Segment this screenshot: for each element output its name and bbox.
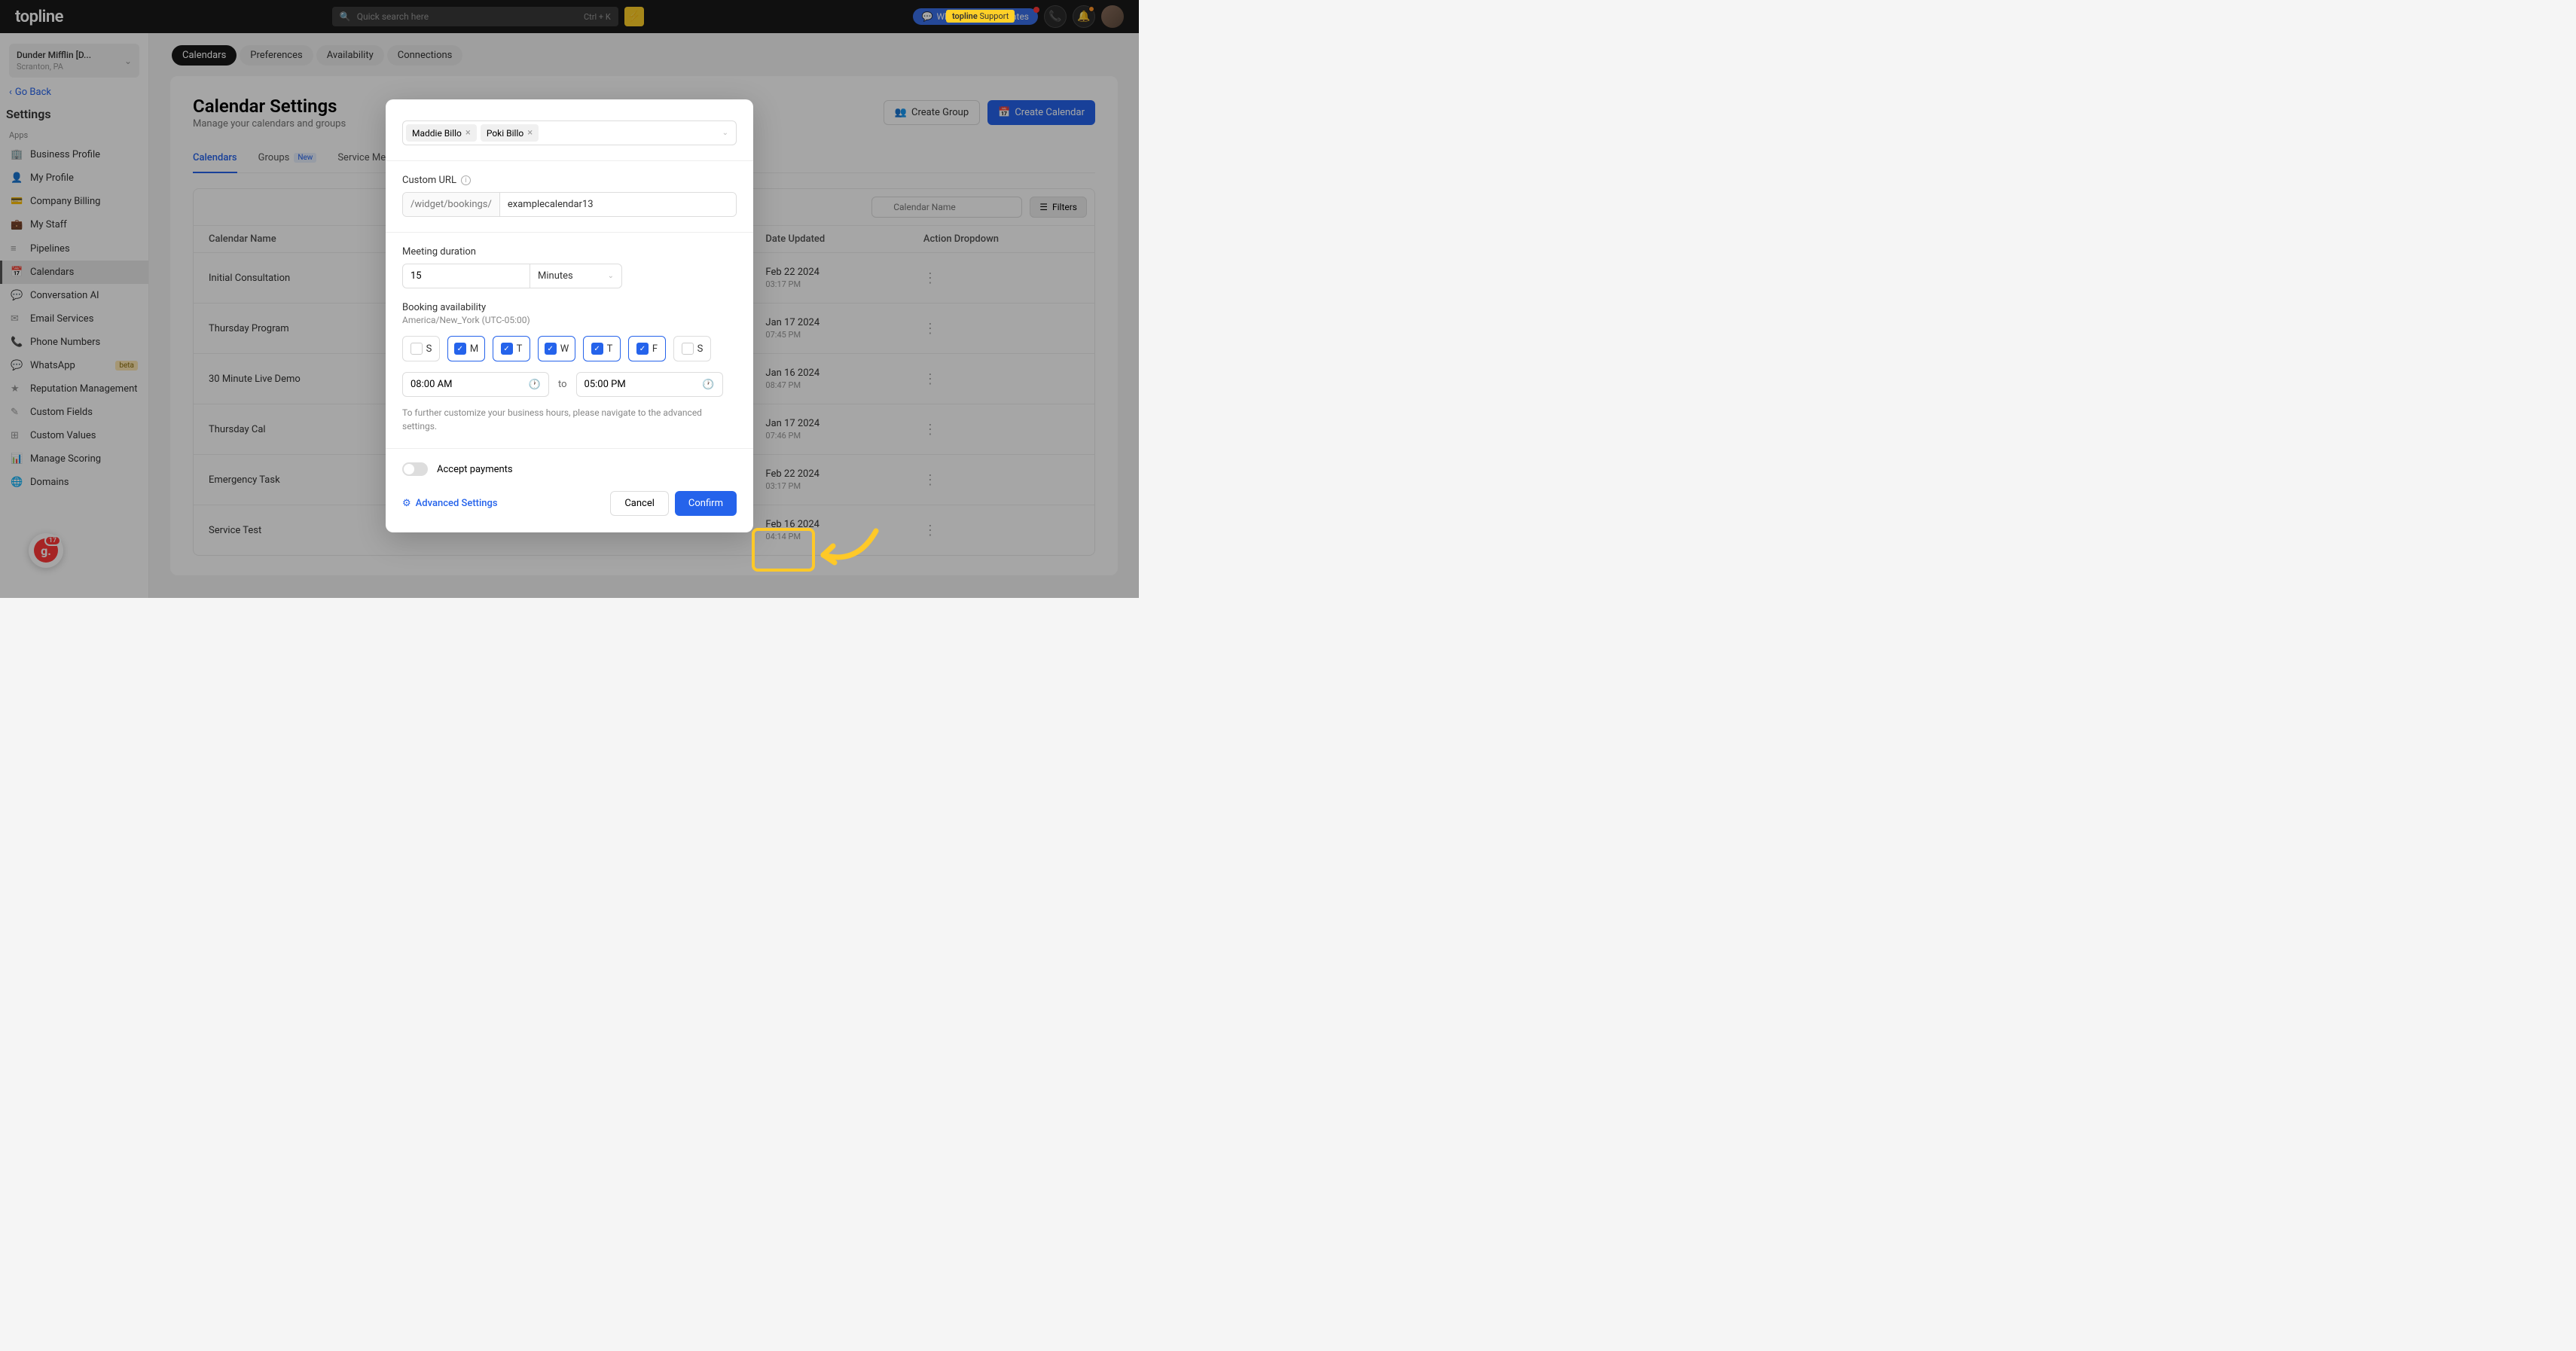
cancel-button[interactable]: Cancel — [610, 491, 669, 516]
availability-hint: To further customize your business hours… — [402, 406, 737, 433]
availability-label: Booking availability — [402, 302, 737, 313]
day-s[interactable]: S — [402, 336, 440, 361]
duration-unit-select[interactable]: Minutes ⌄ — [530, 264, 622, 288]
url-prefix: /widget/bookings/ — [403, 193, 500, 216]
clock-icon: 🕐 — [702, 379, 714, 390]
custom-url-label: Custom URL i — [402, 175, 737, 186]
time-from-input[interactable]: 08:00 AM 🕐 — [402, 372, 549, 397]
chip-poki: Poki Billo × — [481, 124, 539, 142]
duration-label: Meeting duration — [402, 246, 737, 258]
chip-maddie: Maddie Billo × — [406, 124, 477, 142]
availability-tz: America/New_York (UTC-05:00) — [402, 315, 737, 325]
time-row: 08:00 AM 🕐 to 05:00 PM 🕐 — [402, 372, 737, 397]
accept-payments-row: Accept payments — [402, 462, 737, 476]
calendar-modal: Select team members Maddie Billo × Poki … — [386, 99, 753, 532]
custom-url-input[interactable] — [500, 193, 736, 216]
custom-url-input-group: /widget/bookings/ — [402, 192, 737, 217]
modal-footer: ⚙ Advanced Settings Cancel Confirm — [386, 491, 753, 516]
chevron-down-icon: ⌄ — [722, 129, 728, 137]
chevron-down-icon: ⌄ — [608, 272, 614, 280]
chip-remove-icon[interactable]: × — [527, 127, 533, 139]
day-s[interactable]: S — [673, 336, 711, 361]
confirm-button[interactable]: Confirm — [675, 491, 737, 516]
time-to-input[interactable]: 05:00 PM 🕐 — [576, 372, 723, 397]
checkbox-icon — [411, 343, 423, 355]
day-m[interactable]: ✓M — [447, 336, 485, 361]
duration-input[interactable] — [402, 264, 530, 288]
support-pill[interactable]: topline Support — [946, 10, 1015, 23]
checkbox-icon: ✓ — [501, 343, 513, 355]
clock-icon: 🕐 — [529, 379, 541, 390]
day-f[interactable]: ✓F — [628, 336, 666, 361]
checkbox-icon: ✓ — [636, 343, 649, 355]
day-t[interactable]: ✓T — [493, 336, 530, 361]
accept-payments-label: Accept payments — [437, 464, 513, 475]
team-members-select[interactable]: Maddie Billo × Poki Billo × ⌄ — [402, 120, 737, 145]
info-icon[interactable]: i — [461, 175, 471, 185]
advanced-settings-link[interactable]: ⚙ Advanced Settings — [402, 498, 498, 509]
checkbox-icon: ✓ — [454, 343, 466, 355]
days-row: S ✓M ✓T ✓W ✓T ✓F S — [402, 336, 737, 361]
chip-remove-icon[interactable]: × — [465, 127, 471, 139]
day-t[interactable]: ✓T — [583, 336, 621, 361]
gear-icon: ⚙ — [402, 498, 411, 509]
duration-row: Minutes ⌄ — [402, 264, 737, 288]
accept-payments-toggle[interactable] — [402, 462, 428, 476]
checkbox-icon: ✓ — [545, 343, 557, 355]
checkbox-icon: ✓ — [591, 343, 603, 355]
to-label: to — [558, 379, 567, 390]
day-w[interactable]: ✓W — [538, 336, 575, 361]
checkbox-icon — [682, 343, 694, 355]
